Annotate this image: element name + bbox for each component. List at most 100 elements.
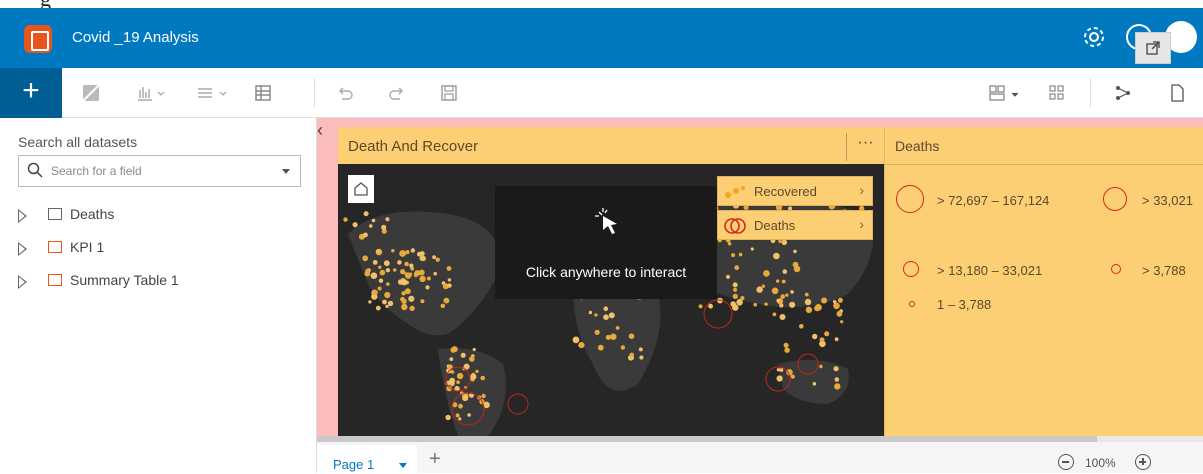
redo-icon[interactable] <box>388 83 406 103</box>
map-point <box>391 249 395 253</box>
chevron-right-icon[interactable]: › <box>859 182 864 198</box>
scrollbar-thumb[interactable] <box>317 436 1097 442</box>
map-point <box>784 347 790 353</box>
page-tab-label: Page 1 <box>333 457 375 472</box>
map-point <box>763 270 770 277</box>
map-point <box>419 255 426 261</box>
map-point <box>726 274 730 279</box>
map-point <box>731 253 736 258</box>
map-point <box>377 286 382 291</box>
zoom-in-icon[interactable] <box>1135 454 1151 470</box>
map-point <box>594 329 600 335</box>
map-point <box>799 324 804 329</box>
cropped-text: g <box>40 0 51 8</box>
map-point <box>385 304 389 308</box>
map-point <box>440 303 446 309</box>
map-point <box>456 372 464 380</box>
map-point <box>812 382 817 386</box>
map-point <box>789 301 796 308</box>
map-point <box>834 383 841 390</box>
layer-item-recovered[interactable]: Recovered › <box>717 176 873 206</box>
map-card-icon[interactable] <box>82 83 100 103</box>
legend-card[interactable]: Deaths > 72,697 – 167,124 > 33,021 > 13,… <box>884 127 1203 436</box>
map-point <box>778 239 782 243</box>
toolbar-divider <box>314 78 315 108</box>
dataset-label: Summary Table 1 <box>70 272 179 288</box>
zoom-level: 100% <box>1085 456 1116 470</box>
gear-icon[interactable] <box>1081 24 1107 50</box>
chevron-down-icon[interactable] <box>282 169 290 174</box>
map-point <box>790 290 794 294</box>
map-point <box>603 314 609 320</box>
map-point <box>410 248 416 253</box>
map-point <box>833 366 839 372</box>
map-point <box>420 299 425 304</box>
card-menu-button[interactable]: ··· <box>846 133 884 161</box>
save-icon[interactable] <box>440 83 458 103</box>
map-point <box>734 265 740 271</box>
grid-layout-icon[interactable] <box>1048 83 1066 103</box>
document-icon[interactable] <box>1168 83 1186 103</box>
map-point <box>834 337 839 342</box>
map-point <box>738 252 743 257</box>
connect-icon[interactable] <box>1114 83 1132 103</box>
map-card[interactable]: Death And Recover ··· Click anywhere to … <box>338 127 884 436</box>
add-data-button[interactable]: + <box>0 68 62 118</box>
zoom-out-icon[interactable] <box>1058 454 1074 470</box>
map-view[interactable]: Click anywhere to interact Recovered › D… <box>338 164 884 436</box>
map-point <box>365 268 371 274</box>
class-symbol-large <box>896 185 924 213</box>
layout-icon[interactable] <box>988 83 1022 103</box>
class-symbol-medium <box>903 261 919 277</box>
map-point <box>837 297 843 303</box>
map-point <box>425 285 430 290</box>
expand-icon[interactable] <box>18 242 27 256</box>
chevron-down-icon[interactable] <box>399 463 407 468</box>
map-point <box>449 357 454 361</box>
dataset-item-kpi[interactable]: KPI 1 <box>18 239 308 259</box>
chart-card-icon[interactable] <box>136 83 166 103</box>
map-point <box>785 293 789 297</box>
map-point <box>805 306 813 313</box>
map-point <box>588 310 593 315</box>
search-input[interactable] <box>51 162 271 180</box>
popout-button[interactable] <box>1135 32 1171 64</box>
field-search-box[interactable] <box>18 155 301 187</box>
expand-icon[interactable] <box>18 209 27 223</box>
map-point <box>432 255 436 260</box>
dataset-item-summary-table[interactable]: Summary Table 1 <box>18 272 308 292</box>
summary-card-icon[interactable] <box>254 83 272 103</box>
map-point <box>793 249 797 254</box>
table-card-icon[interactable] <box>196 83 230 103</box>
map-point <box>756 286 763 293</box>
class-label: > 3,788 <box>1142 263 1186 278</box>
map-point <box>405 250 410 255</box>
map-point <box>698 304 703 309</box>
top-crop-strip: g <box>0 0 1203 8</box>
map-point <box>776 279 780 283</box>
map-point <box>445 414 451 421</box>
home-button[interactable] <box>348 175 374 203</box>
cursor-click-icon <box>595 208 617 234</box>
collapse-panel-icon[interactable]: ‹ <box>317 120 323 141</box>
map-point <box>450 347 457 353</box>
map-point <box>733 287 738 292</box>
map-point <box>732 282 738 288</box>
map-point <box>372 289 378 296</box>
map-point <box>386 282 390 286</box>
layer-item-deaths[interactable]: Deaths › <box>717 210 873 240</box>
class-label: > 13,180 – 33,021 <box>937 263 1043 278</box>
add-page-button[interactable]: + <box>429 448 441 471</box>
undo-icon[interactable] <box>336 83 354 103</box>
page-tab[interactable]: Page 1 <box>317 445 417 474</box>
map-point <box>467 413 471 417</box>
map-point <box>433 271 437 276</box>
map-point <box>363 232 368 238</box>
chevron-right-icon[interactable]: › <box>859 216 864 232</box>
map-point <box>790 374 795 379</box>
dataset-item-deaths[interactable]: Deaths <box>18 206 308 226</box>
interaction-overlay[interactable]: Click anywhere to interact <box>495 186 717 299</box>
expand-icon[interactable] <box>18 275 27 289</box>
kpi-icon <box>48 241 62 253</box>
horizontal-scrollbar[interactable] <box>317 436 1203 442</box>
